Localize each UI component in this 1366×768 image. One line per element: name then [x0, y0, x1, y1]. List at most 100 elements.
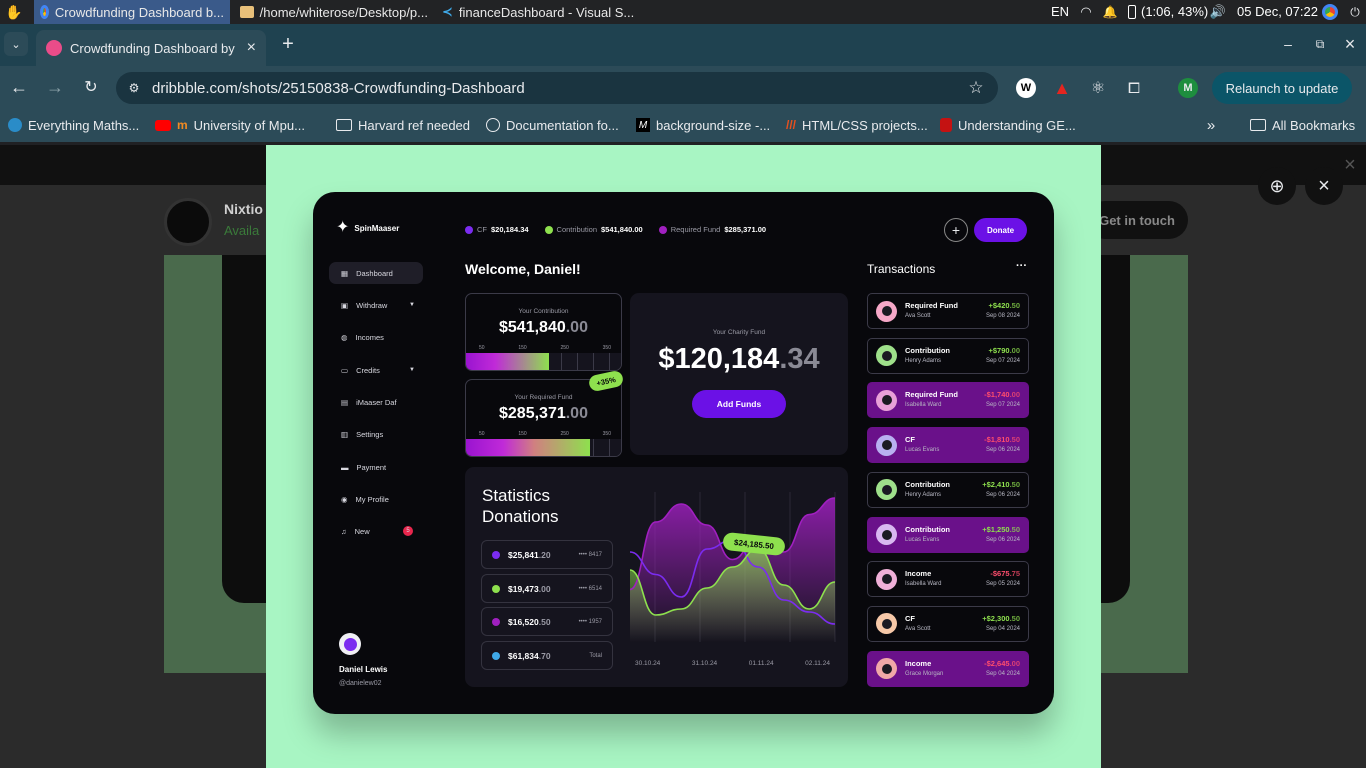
author-avatar[interactable]	[164, 198, 212, 246]
txn-amount: -$675.75	[990, 569, 1020, 579]
clock[interactable]: 05 Dec, 07:22	[1237, 4, 1318, 19]
task-chrome[interactable]: Crowdfunding Dashboard b...	[34, 0, 230, 24]
close-modal-icon[interactable]: ×	[1340, 154, 1360, 176]
nav-payment[interactable]: ▬ Payment	[329, 456, 423, 478]
nav-new[interactable]: ♫ New 5	[329, 520, 423, 542]
battery-icon[interactable]	[1126, 3, 1138, 21]
bookmark-item[interactable]: Mbackground-size -...	[636, 110, 770, 140]
close-tab-icon[interactable]: ×	[247, 39, 256, 57]
transaction-row[interactable]: Required Fund Isabella Ward -$1,740.00 Sep …	[867, 382, 1029, 419]
address-bar[interactable]: ⚙ dribbble.com/shots/25150838-Crowdfundi…	[116, 72, 998, 104]
nav-incomes[interactable]: ◍ Incomes	[329, 326, 423, 348]
task-label: /home/whiterose/Desktop/p...	[259, 4, 428, 20]
donation-row[interactable]: $25,841.20 •••• 8417	[481, 540, 613, 569]
add-circle-icon[interactable]: +	[944, 218, 968, 242]
transaction-row[interactable]: Income Grace Morgan -$2,645.00 Sep 04 2024	[867, 650, 1029, 687]
close-window-icon[interactable]: ×	[1340, 32, 1360, 56]
nav-label: Credits	[356, 365, 380, 375]
task-vscode[interactable]: ≺ financeDashboard - Visual S...	[436, 0, 636, 24]
site-info-icon[interactable]: ⚙	[126, 80, 142, 96]
transaction-row[interactable]: Contribution Henry Adams +$2,410.50 Sep 06 …	[867, 471, 1029, 508]
restore-icon[interactable]: ⧉	[1310, 32, 1330, 56]
bookmark-item[interactable]: /// HTML/CSS projects...	[786, 110, 928, 140]
reload-icon[interactable]: ↻	[80, 76, 102, 98]
nav-settings[interactable]: ▥ Settings	[329, 423, 423, 445]
profile-avatar[interactable]: M	[1178, 78, 1198, 98]
amount-main: $541,840	[499, 319, 566, 336]
app-menu-icon[interactable]: ✋	[4, 2, 24, 22]
donations-chart[interactable]	[625, 482, 840, 657]
donation-row[interactable]: $19,473.00 •••• 6514	[481, 574, 613, 603]
txn-title: Contribution	[905, 345, 950, 355]
avatar	[876, 345, 897, 367]
transaction-row[interactable]: CF Lucas Evans -$1,810.50 Sep 06 2024	[867, 427, 1029, 464]
close-lightbox-icon[interactable]: ×	[1305, 167, 1343, 205]
wifi-icon[interactable]: ◠	[1076, 2, 1096, 22]
amount-decimals: .00	[565, 405, 588, 422]
extension-triangle-icon[interactable]: ▲	[1052, 78, 1072, 98]
task-files[interactable]: /home/whiterose/Desktop/p...	[234, 0, 434, 24]
minimize-icon[interactable]: –	[1278, 32, 1298, 56]
title-line: Donations	[482, 507, 559, 526]
browser-tab-active[interactable]: Crowdfunding Dashboard by ×	[36, 30, 266, 66]
txn-name: Lucas Evans	[905, 536, 940, 543]
bell-icon[interactable]: 🔔	[1100, 2, 1120, 22]
title-line: Statistics	[482, 486, 551, 505]
tick-label: 150	[518, 345, 527, 351]
bookmark-item[interactable]: Everything Maths...	[8, 110, 139, 140]
author-name[interactable]: Nixtio	[224, 201, 263, 217]
power-icon[interactable]: ⏻	[1346, 2, 1364, 22]
add-funds-button[interactable]: Add Funds	[692, 390, 786, 418]
new-tab-icon[interactable]: +	[276, 32, 300, 56]
amount-decimals: .00	[565, 319, 588, 336]
donation-row-total[interactable]: $61,834.70 Total	[481, 641, 613, 670]
nav-imaaser-daf[interactable]: ▤ iMaaser Daf	[329, 391, 423, 413]
bookmark-star-icon[interactable]: ☆	[966, 78, 986, 98]
txn-info: Contribution Henry Adams	[905, 346, 950, 366]
txn-info: Income Isabella Ward	[905, 569, 941, 589]
tab-search-chevron-icon[interactable]: ⌄	[4, 32, 28, 56]
back-icon[interactable]: ←	[8, 76, 30, 98]
extension-w-icon[interactable]: W	[1016, 78, 1036, 98]
all-bookmarks[interactable]: All Bookmarks	[1250, 110, 1355, 140]
nav-my-profile[interactable]: ◉ My Profile	[329, 488, 423, 510]
x-tick-label: 01.11.24	[748, 660, 774, 667]
globe-icon	[8, 118, 22, 132]
txn-date: Sep 07 2024	[985, 402, 1020, 409]
user-avatar[interactable]	[339, 633, 361, 655]
nav-dashboard[interactable]: ▦ Dashboard	[329, 262, 423, 284]
transaction-row[interactable]: Income Isabella Ward -$675.75 Sep 05 2024	[867, 561, 1029, 598]
txn-amount: +$790.00	[988, 345, 1020, 355]
forward-icon[interactable]: →	[44, 76, 66, 98]
extensions-puzzle-icon[interactable]: ⧠	[1124, 78, 1144, 98]
transaction-row[interactable]: Contribution Henry Adams +$790.00 Sep 07 20…	[867, 337, 1029, 374]
transaction-row[interactable]: CF Ava Scott +$2,300.50 Sep 04 2024	[867, 605, 1029, 642]
more-bookmarks-icon[interactable]: »	[1202, 116, 1220, 134]
txn-date: Sep 06 2024	[985, 536, 1020, 543]
bookmark-item[interactable]: Documentation fo...	[486, 110, 619, 140]
donation-row[interactable]: $16,520.50 •••• 1957	[481, 607, 613, 636]
relaunch-button[interactable]: Relaunch to update	[1212, 72, 1352, 104]
react-devtools-icon[interactable]: ⚛	[1088, 78, 1108, 98]
nav-credits[interactable]: ▭ Credits ▼	[329, 359, 423, 381]
keyboard-lang[interactable]: EN	[1051, 4, 1069, 19]
nav-withdraw[interactable]: ▣ Withdraw ▼	[329, 294, 423, 316]
bookmark-item[interactable]: Harvard ref needed	[336, 110, 470, 140]
sparkle-logo-icon: ✦	[336, 219, 350, 236]
volume-icon[interactable]: 🔊	[1208, 2, 1228, 22]
nav-label: My Profile	[355, 494, 389, 504]
zoom-in-icon[interactable]: ⊕	[1258, 167, 1296, 205]
txn-name: Lucas Evans	[905, 447, 940, 454]
get-in-touch-button[interactable]: Get in touch	[1086, 201, 1188, 239]
txn-name: Grace Morgan	[905, 670, 944, 677]
bookmark-item[interactable]: m University of Mpu...	[155, 110, 305, 140]
contribution-card[interactable]: Your Contribution $541,840.00 50 150 250 35…	[465, 293, 622, 371]
statistics-card: Statistics Donations $25,841.20 •••• 8417…	[465, 467, 848, 687]
transaction-row[interactable]: Required Fund Ava Scott +$420.50 Sep 08 202…	[867, 293, 1029, 329]
bookmark-item[interactable]: Understanding GE...	[940, 110, 1076, 140]
url-text: dribbble.com/shots/25150838-Crowdfunding…	[152, 79, 525, 97]
transaction-row[interactable]: Contribution Lucas Evans +$1,250.50 Sep 06 …	[867, 516, 1029, 553]
donate-button[interactable]: Donate	[974, 218, 1027, 242]
more-options-icon[interactable]: ···	[1016, 260, 1027, 272]
chrome-tray-icon[interactable]	[1322, 4, 1338, 20]
